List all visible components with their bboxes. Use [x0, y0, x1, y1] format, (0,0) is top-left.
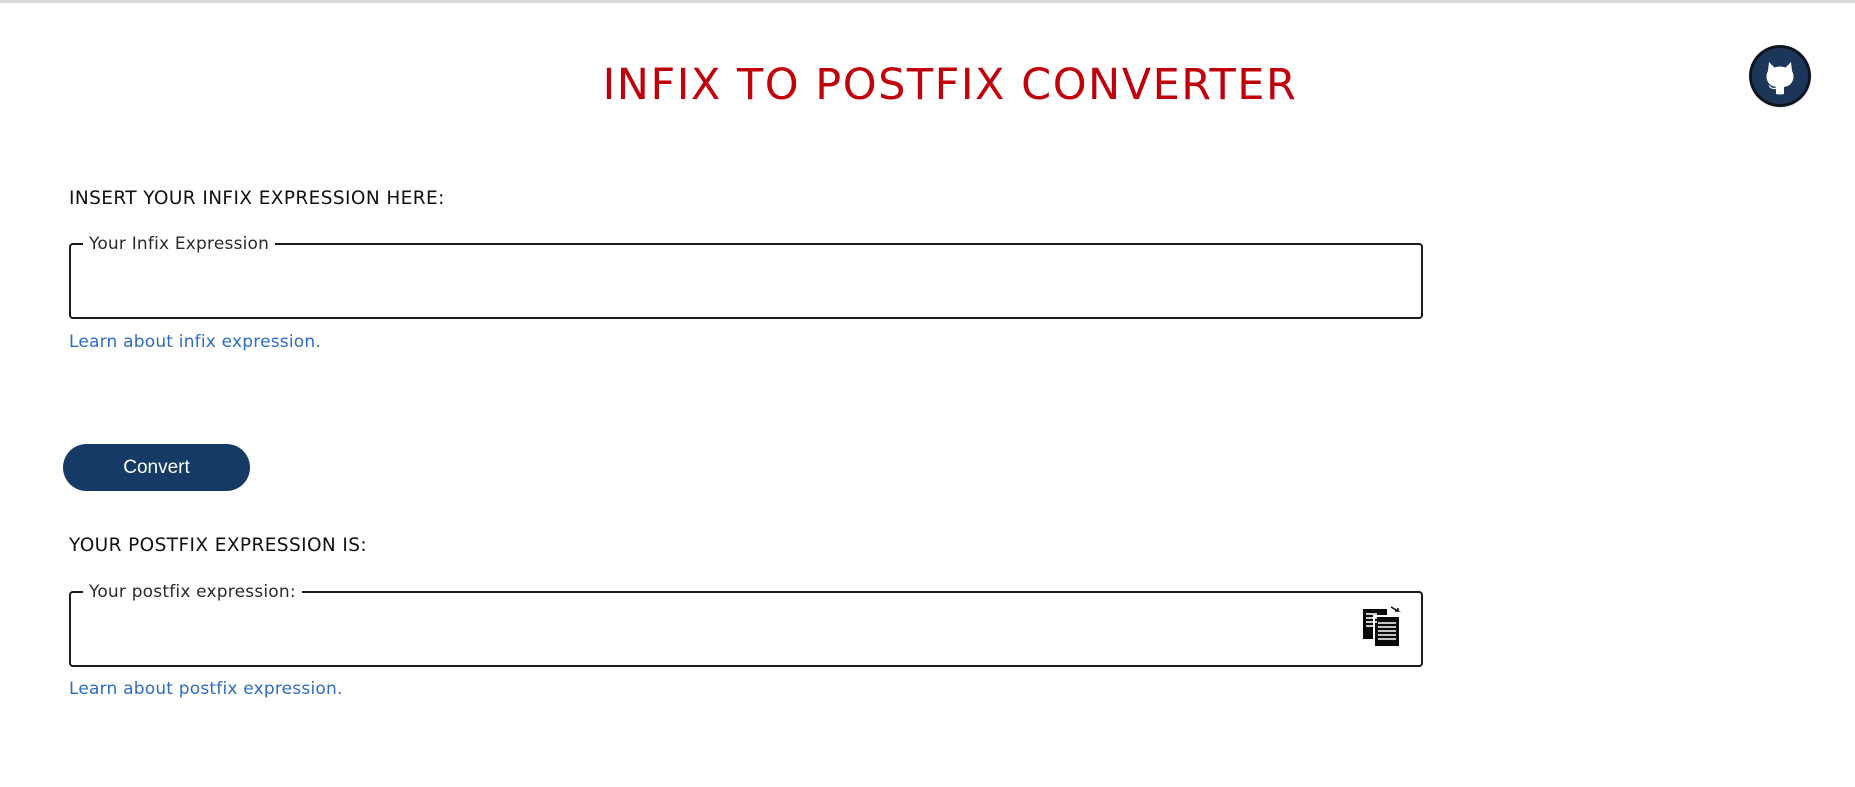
postfix-fieldset: Your postfix expression: — [69, 582, 1423, 667]
github-link[interactable] — [1752, 48, 1808, 104]
infix-field-legend: Your Infix Expression — [89, 234, 270, 254]
github-icon — [1766, 62, 1794, 95]
page-title: INFIX TO POSTFIX CONVERTER — [602, 60, 1298, 110]
postfix-output[interactable] — [85, 602, 1407, 646]
postfix-field-legend: Your postfix expression: — [89, 582, 296, 602]
learn-postfix-link[interactable]: Learn about postfix expression. — [69, 679, 343, 699]
infix-section-label: INSERT YOUR INFIX EXPRESSION HERE: — [69, 188, 445, 209]
top-border — [0, 0, 1855, 3]
convert-button[interactable]: Convert — [63, 444, 250, 491]
infix-fieldset: Your Infix Expression — [69, 234, 1423, 319]
learn-infix-link[interactable]: Learn about infix expression. — [69, 332, 321, 352]
postfix-section-label: YOUR POSTFIX EXPRESSION IS: — [69, 535, 368, 556]
infix-input[interactable] — [85, 254, 1407, 298]
copy-icon — [1363, 606, 1401, 648]
copy-button[interactable] — [1358, 603, 1406, 649]
